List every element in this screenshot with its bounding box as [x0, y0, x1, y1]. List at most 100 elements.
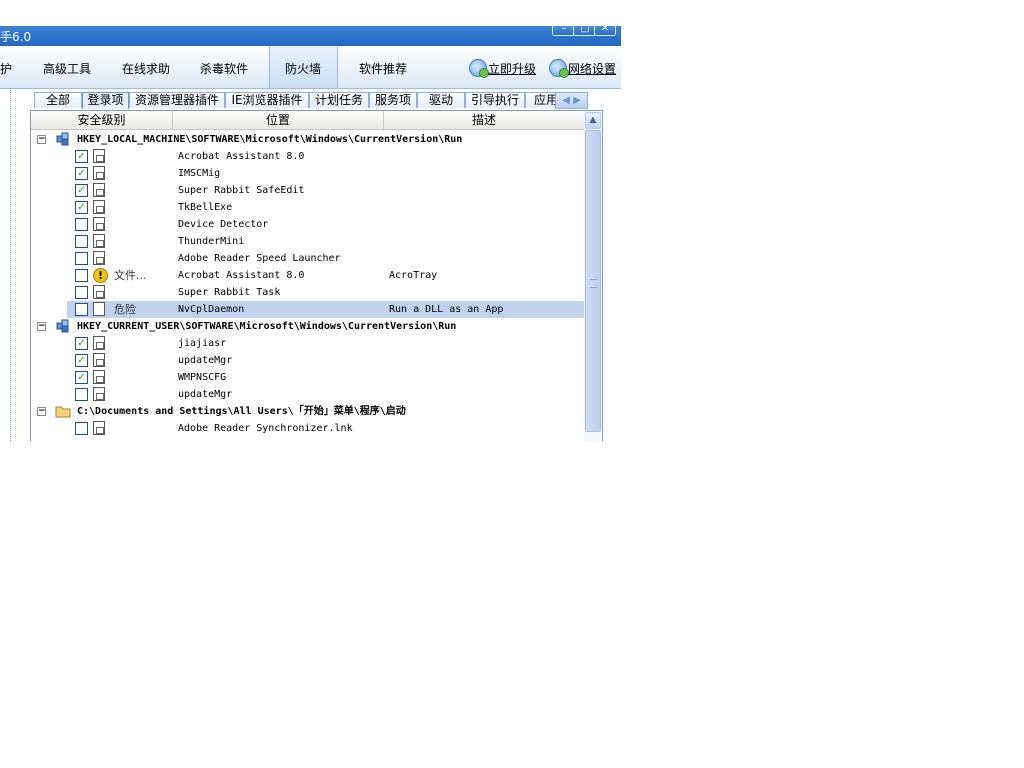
group-path: HKEY_CURRENT_USER\SOFTWARE\Microsoft\Win… — [77, 321, 457, 332]
upgrade-link[interactable]: 立即升级 — [488, 60, 536, 77]
vertical-scrollbar[interactable]: ▲ — [584, 111, 601, 441]
scroll-up-icon[interactable]: ▲ — [585, 112, 601, 129]
file-icon — [93, 149, 105, 163]
subtab-services[interactable]: 服务项 — [369, 92, 417, 108]
file-icon — [93, 370, 105, 384]
item-location: NvCplDaemon — [178, 304, 245, 315]
file-icon — [93, 166, 105, 180]
item-location: Super Rabbit Task — [178, 287, 281, 298]
item-checkbox[interactable]: ✓ — [75, 337, 88, 350]
item-description: Run a DLL as an App — [389, 304, 504, 315]
column-description[interactable]: 描述 — [384, 111, 584, 129]
item-checkbox[interactable]: ✓ — [75, 184, 88, 197]
list-item[interactable]: ✓ Acrobat Assistant 8.0 — [31, 148, 584, 165]
subtab-bar: 全部 登录项 资源管理器插件 IE浏览器插件 计划任务 服务项 驱动 引导执行 … — [34, 92, 588, 109]
upgrade-icon[interactable] — [469, 59, 489, 78]
toolbar-item-antivirus[interactable]: 杀毒软件 — [200, 60, 248, 77]
list-item[interactable]: Adobe Reader Speed Launcher — [31, 250, 584, 267]
list-item[interactable]: Super Rabbit Task — [31, 284, 584, 301]
item-location: TkBellExe — [178, 202, 233, 213]
list-item[interactable]: ✓ IMSCMig — [31, 165, 584, 182]
app-window: 手6.0 – □ ✕ 护 高级工具 在线求助 杀毒软件 防火墙 软件推荐 立即升… — [0, 26, 621, 441]
item-location: IMSCMig — [178, 168, 221, 179]
list-item[interactable]: ✓ jiajiasr — [31, 335, 584, 352]
file-icon — [93, 183, 105, 197]
subtab-explorer-plugins[interactable]: 资源管理器插件 — [129, 92, 225, 108]
file-icon — [93, 285, 105, 299]
item-checkbox[interactable]: ✓ — [75, 371, 88, 384]
file-icon — [93, 387, 105, 401]
toolbar-item-online-help[interactable]: 在线求助 — [122, 60, 170, 77]
group-row[interactable]: − C:\Documents and Settings\All Users\「开始… — [31, 403, 584, 420]
toolbar-item-label: 防火墙 — [285, 62, 322, 76]
item-checkbox[interactable]: ✓ — [75, 150, 88, 163]
item-checkbox[interactable]: ✓ — [75, 201, 88, 214]
window-title: 手6.0 — [0, 30, 32, 44]
toolbar-item-software-recommend[interactable]: 软件推荐 — [359, 60, 407, 77]
subtab-scheduled-tasks[interactable]: 计划任务 — [309, 92, 369, 108]
list-item[interactable]: Adobe Reader Synchronizer.lnk — [31, 420, 584, 437]
title-bar: 手6.0 – □ ✕ — [0, 26, 621, 46]
network-settings-link[interactable]: 网络设置 — [568, 60, 616, 77]
item-location: updateMgr — [178, 389, 233, 400]
warning-icon: ! — [93, 268, 108, 283]
registry-icon — [55, 319, 70, 333]
group-path: HKEY_LOCAL_MACHINE\SOFTWARE\Microsoft\Wi… — [77, 134, 463, 145]
item-location: Super Rabbit SafeEdit — [178, 185, 305, 196]
group-row[interactable]: − HKEY_LOCAL_MACHINE\SOFTWARE\Microsoft\W… — [31, 131, 584, 148]
list-item[interactable]: ✓ updateMgr — [31, 352, 584, 369]
item-checkbox[interactable]: ✓ — [75, 354, 88, 367]
list-item[interactable]: ! 文件... Acrobat Assistant 8.0 AcroTray — [31, 267, 584, 284]
item-checkbox[interactable] — [75, 269, 88, 282]
item-checkbox[interactable] — [75, 252, 88, 265]
list-item[interactable]: 危险 NvCplDaemon Run a DLL as an App — [67, 301, 584, 318]
subtab-boot-execute[interactable]: 引导执行 — [465, 92, 525, 108]
item-location: Acrobat Assistant 8.0 — [178, 270, 305, 281]
file-icon — [93, 336, 105, 350]
list-item[interactable]: Device Detector — [31, 216, 584, 233]
collapse-toggle-icon[interactable]: − — [37, 407, 46, 416]
item-checkbox[interactable] — [75, 388, 88, 401]
toolbar-item-protect[interactable]: 护 — [0, 60, 12, 77]
file-icon — [93, 353, 105, 367]
subtab-ie-plugins[interactable]: IE浏览器插件 — [225, 92, 309, 108]
list-item[interactable]: ThunderMini — [31, 233, 584, 250]
file-icon — [93, 251, 105, 265]
item-checkbox[interactable]: ✓ — [75, 167, 88, 180]
left-panel-border — [10, 88, 11, 441]
item-description: AcroTray — [389, 270, 438, 281]
toolbar-item-advanced-tools[interactable]: 高级工具 — [43, 60, 91, 77]
list-item[interactable]: updateMgr — [31, 386, 584, 403]
subtab-drivers[interactable]: 驱动 — [417, 92, 465, 108]
item-location: Acrobat Assistant 8.0 — [178, 151, 305, 162]
tab-scroll-arrows[interactable]: ◀ ▶ — [555, 92, 588, 109]
item-checkbox[interactable] — [75, 286, 88, 299]
subtab-startup[interactable]: 登录项 — [82, 92, 129, 109]
close-button[interactable]: ✕ — [594, 26, 616, 36]
item-location: Device Detector — [178, 219, 269, 230]
list-item[interactable]: ✓ TkBellExe — [31, 199, 584, 216]
toolbar-item-firewall[interactable]: 防火墙 — [269, 46, 338, 88]
group-row[interactable]: − HKEY_CURRENT_USER\SOFTWARE\Microsoft\Wi… — [31, 318, 584, 335]
column-location[interactable]: 位置 — [173, 111, 384, 129]
item-checkbox[interactable] — [75, 235, 88, 248]
list-item[interactable]: ✓ WMPNSCFG — [31, 369, 584, 386]
item-checkbox[interactable] — [75, 218, 88, 231]
list-item[interactable]: ✓ Super Rabbit SafeEdit — [31, 182, 584, 199]
item-checkbox[interactable] — [75, 422, 88, 435]
collapse-toggle-icon[interactable]: − — [37, 322, 46, 331]
item-checkbox[interactable] — [75, 303, 88, 316]
collapse-toggle-icon[interactable]: − — [37, 135, 46, 144]
startup-list: 安全级别 位置 描述 − HKEY_LOCAL_MACHINE\SOFTWARE\… — [30, 110, 603, 441]
item-location: Adobe Reader Speed Launcher — [178, 253, 341, 264]
blank-file-icon — [93, 302, 105, 316]
file-icon — [93, 234, 105, 248]
column-header: 安全级别 位置 描述 — [31, 111, 584, 130]
file-icon — [93, 200, 105, 214]
item-location: jiajiasr — [178, 338, 227, 349]
folder-icon — [55, 404, 71, 418]
scroll-thumb[interactable] — [585, 130, 601, 432]
column-security-level[interactable]: 安全级别 — [31, 111, 173, 129]
network-settings-icon[interactable] — [549, 59, 569, 78]
subtab-all[interactable]: 全部 — [34, 92, 82, 108]
